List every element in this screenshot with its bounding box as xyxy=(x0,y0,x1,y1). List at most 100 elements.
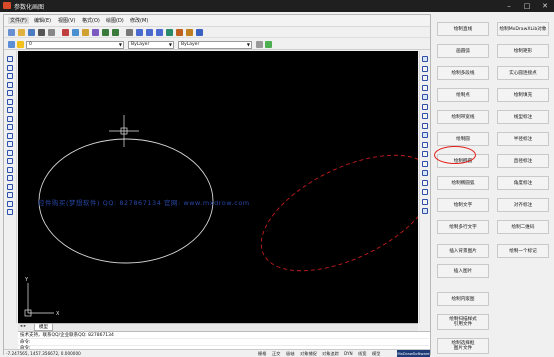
draw-polyline-button[interactable]: 绘制多段线 xyxy=(437,66,489,80)
diameter-dim-button[interactable]: 直径标注 xyxy=(497,154,549,168)
fillet-icon[interactable] xyxy=(422,198,428,205)
preview-icon[interactable] xyxy=(48,29,55,36)
color-picker-icon[interactable] xyxy=(265,41,272,48)
extend-icon[interactable] xyxy=(422,151,428,157)
save-icon[interactable] xyxy=(28,29,35,36)
draw-ellipse-button[interactable]: 绘制椭圆 xyxy=(437,154,489,168)
zoom-window-icon[interactable] xyxy=(146,29,153,36)
paste-icon[interactable] xyxy=(82,29,89,36)
rotate-icon[interactable] xyxy=(422,113,428,119)
menu-view[interactable]: 视图(V) xyxy=(58,17,75,24)
color-combo[interactable]: ByLayer ▼ xyxy=(128,41,174,49)
draw-rectangle-button[interactable]: 绘制矩形 xyxy=(497,44,549,58)
line-icon[interactable] xyxy=(7,56,13,62)
explode-icon[interactable] xyxy=(422,208,428,214)
cloud-icon[interactable] xyxy=(7,115,13,122)
linetype-combo[interactable]: ByLayer ▼ xyxy=(178,41,252,49)
pline-icon[interactable] xyxy=(7,73,13,79)
drawing-canvas[interactable]: Y X 控件购买(梦想软件) QQ: 827867134 官网: www.mxd… xyxy=(18,51,418,323)
angle-dim-button[interactable]: 角度标注 xyxy=(497,176,549,190)
draw-text-button[interactable]: 绘制文字 xyxy=(437,198,489,212)
solid-circle-button[interactable]: 实心圆连接点 xyxy=(497,66,549,80)
draw-mtext-button[interactable]: 绘制多行文字 xyxy=(437,220,489,234)
offset-icon[interactable] xyxy=(422,84,428,91)
help-icon[interactable] xyxy=(196,29,203,36)
draw-select-frame-button[interactable]: 绘制选择框 图片文件 xyxy=(437,338,489,354)
draw-scan-style-button[interactable]: 绘制扫描样式 引用文件 xyxy=(437,314,489,330)
properties-icon[interactable] xyxy=(166,29,173,36)
open-icon[interactable] xyxy=(18,29,25,36)
polar-toggle[interactable]: 极轴 xyxy=(286,351,294,357)
selected-ellipse[interactable] xyxy=(244,131,418,294)
draw-line-button[interactable]: 绘制直线 xyxy=(437,22,489,36)
tool-palette-icon[interactable] xyxy=(186,29,193,36)
menu-format[interactable]: 格式(O) xyxy=(82,17,100,24)
draw-qrcode-button[interactable]: 绘制二维码 xyxy=(497,220,549,234)
radius-dim-button[interactable]: 半径标注 xyxy=(497,132,549,146)
draw-arc-button[interactable]: 画圆弧 xyxy=(437,44,489,58)
draw-mxdraw-object-button[interactable]: 绘制MxDrawXLib对象 xyxy=(497,22,549,36)
copy-obj-icon[interactable] xyxy=(422,65,428,72)
lineweight-icon[interactable] xyxy=(256,41,263,48)
copy-icon[interactable] xyxy=(72,29,79,36)
polygon-icon[interactable] xyxy=(7,81,13,88)
draw-point-button[interactable]: 绘制点 xyxy=(437,88,489,102)
menu-draw[interactable]: 绘图(D) xyxy=(106,17,124,24)
xline-icon[interactable] xyxy=(7,64,13,71)
layer-manager-icon[interactable] xyxy=(8,41,15,48)
chamfer-icon[interactable] xyxy=(422,189,428,195)
draw-ellipse-arc-button[interactable]: 绘制椭圆弧 xyxy=(437,176,489,190)
aligned-dim-button[interactable]: 对齐标注 xyxy=(497,198,549,212)
pan-icon[interactable] xyxy=(126,29,133,36)
undo-icon[interactable] xyxy=(102,29,109,36)
linear-dim-button[interactable]: 线型标注 xyxy=(497,110,549,124)
zoom-realtime-icon[interactable] xyxy=(136,29,143,36)
layer-state-icon[interactable] xyxy=(17,41,24,48)
layer-combo[interactable]: 0 ▼ xyxy=(26,41,124,49)
dyn-toggle[interactable]: DYN xyxy=(344,351,353,356)
minimize-button[interactable]: – xyxy=(500,0,518,12)
arc-icon[interactable] xyxy=(7,98,13,105)
osnap-toggle[interactable]: 对象捕捉 xyxy=(300,351,317,357)
design-center-icon[interactable] xyxy=(176,29,183,36)
insert-icon[interactable] xyxy=(7,149,13,156)
break-icon[interactable] xyxy=(422,170,428,176)
trim-icon[interactable] xyxy=(422,141,428,148)
draw-hatch-button[interactable]: 绘制填充 xyxy=(497,88,549,102)
close-button[interactable]: ✕ xyxy=(536,0,554,12)
join-icon[interactable] xyxy=(422,179,428,186)
region-icon[interactable] xyxy=(7,192,13,198)
new-icon[interactable] xyxy=(8,29,15,36)
point-icon[interactable] xyxy=(7,166,13,173)
cut-icon[interactable] xyxy=(62,29,69,36)
draw-embedded-button[interactable]: 绘制内嵌图 xyxy=(437,292,489,306)
menu-modify[interactable]: 修改(M) xyxy=(130,17,148,24)
model-toggle[interactable]: 模型 xyxy=(372,351,380,357)
draw-mark-button[interactable]: 绘制一个标记 xyxy=(497,244,549,258)
block-icon[interactable] xyxy=(7,158,13,164)
menu-edit[interactable]: 编辑(E) xyxy=(34,17,51,24)
mtext-icon[interactable] xyxy=(7,209,13,215)
draw-wide-line-button[interactable]: 绘制带宽线 xyxy=(437,110,489,124)
ellipse-arc-icon[interactable] xyxy=(7,141,13,147)
rectangle-icon[interactable] xyxy=(7,90,13,96)
command-window[interactable]: 技术支持，联系QQ/企业联系QQ: 827867134 命令: 命令: xyxy=(18,331,430,351)
ellipse-icon[interactable] xyxy=(7,132,13,139)
gradient-icon[interactable] xyxy=(7,183,13,190)
zoom-prev-icon[interactable] xyxy=(156,29,163,36)
ortho-toggle[interactable]: 正交 xyxy=(272,351,280,357)
menu-file[interactable]: 文件(F) xyxy=(8,17,29,24)
hatch-icon[interactable] xyxy=(7,175,13,181)
table-icon[interactable] xyxy=(7,200,13,207)
lineweight-toggle[interactable]: 线宽 xyxy=(358,351,366,357)
insert-image-button[interactable]: 插入图片 xyxy=(437,264,489,278)
erase-icon[interactable] xyxy=(422,56,428,62)
print-icon[interactable] xyxy=(38,29,45,36)
redo-icon[interactable] xyxy=(112,29,119,36)
mirror-icon[interactable] xyxy=(422,75,428,81)
stretch-icon[interactable] xyxy=(422,132,428,138)
spline-icon[interactable] xyxy=(7,124,13,130)
draw-circle-button[interactable]: 绘制圆 xyxy=(437,132,489,146)
insert-background-button[interactable]: 插入背景图片 xyxy=(437,244,489,258)
scale-icon[interactable] xyxy=(422,122,428,129)
